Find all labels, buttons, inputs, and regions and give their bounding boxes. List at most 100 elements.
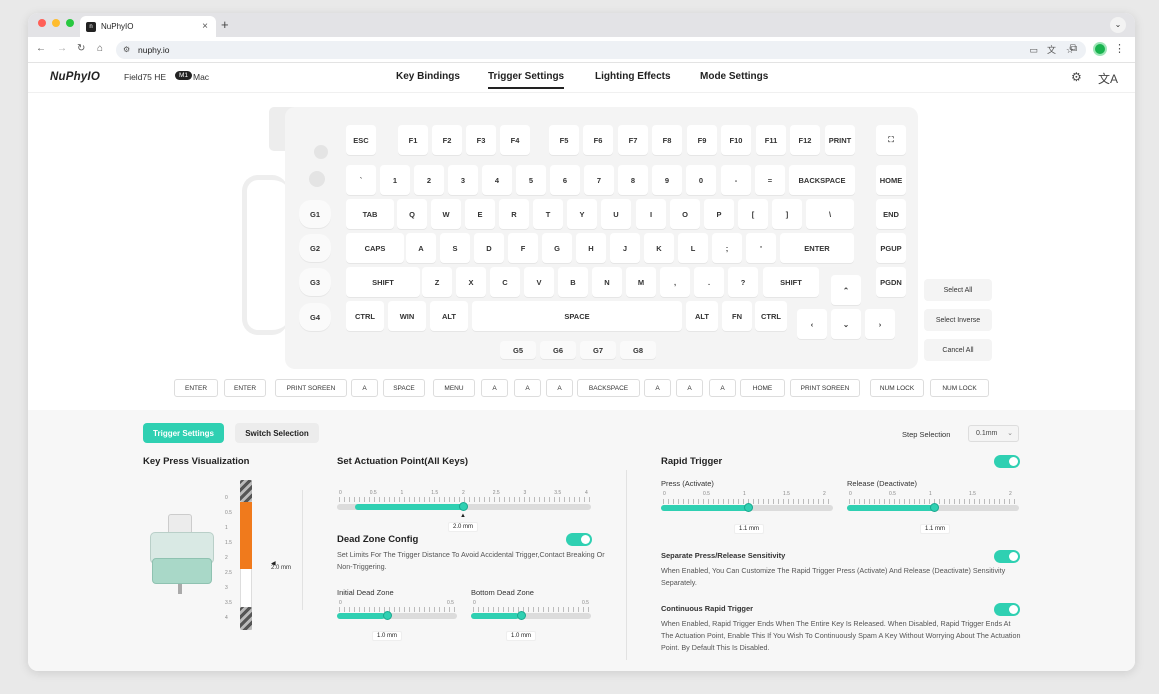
key[interactable]: ESC [346, 125, 376, 155]
key[interactable]: TAB [346, 199, 394, 229]
tab-mode-settings[interactable]: Mode Settings [700, 71, 768, 82]
release-thumb[interactable] [930, 503, 939, 512]
key[interactable]: END [876, 199, 906, 229]
key[interactable]: [ [738, 199, 768, 229]
key[interactable]: F8 [652, 125, 682, 155]
key[interactable]: PGDN [876, 267, 906, 297]
press-thumb[interactable] [744, 503, 753, 512]
key[interactable]: - [721, 165, 751, 195]
function-key[interactable]: A [644, 379, 671, 397]
key[interactable]: T [533, 199, 563, 229]
macro-key[interactable]: G4 [299, 303, 331, 331]
key[interactable]: F11 [756, 125, 786, 155]
key[interactable]: C [490, 267, 520, 297]
key[interactable]: K [644, 233, 674, 263]
key[interactable]: SHIFT [763, 267, 819, 297]
function-key[interactable]: A [546, 379, 573, 397]
key[interactable]: Y [567, 199, 597, 229]
key[interactable]: S [440, 233, 470, 263]
macro-key[interactable]: G1 [299, 200, 331, 228]
address-bar[interactable]: ⚙ nuphy.io ▭ 文 ☆ [116, 41, 1086, 59]
function-key[interactable]: HOME [740, 379, 785, 397]
initial-dead-zone-thumb[interactable] [383, 611, 392, 620]
key[interactable]: R [499, 199, 529, 229]
key[interactable]: M [626, 267, 656, 297]
key[interactable]: F9 [687, 125, 717, 155]
bottom-dead-zone-thumb[interactable] [517, 611, 526, 620]
macro-key[interactable]: G8 [620, 341, 656, 359]
key[interactable]: 9 [652, 165, 682, 195]
key[interactable]: 8 [618, 165, 648, 195]
rapid-trigger-toggle[interactable] [994, 455, 1020, 468]
step-selection-dropdown[interactable]: 0.1mm ⌄ [968, 425, 1019, 442]
key[interactable]: 5 [516, 165, 546, 195]
function-key[interactable]: A [676, 379, 703, 397]
key[interactable]: F2 [432, 125, 462, 155]
key[interactable]: G [542, 233, 572, 263]
dead-zone-toggle[interactable] [566, 533, 592, 546]
key[interactable]: F3 [466, 125, 496, 155]
key[interactable]: U [601, 199, 631, 229]
key[interactable]: ' [746, 233, 776, 263]
profile-avatar[interactable] [1093, 42, 1107, 56]
device-model[interactable]: Field75 HE [124, 72, 166, 82]
key[interactable]: ? [728, 267, 758, 297]
expand-icon[interactable]: ⛶ [876, 125, 906, 155]
key[interactable]: H [576, 233, 606, 263]
key[interactable]: F4 [500, 125, 530, 155]
function-key[interactable]: MENU [433, 379, 475, 397]
forward-icon[interactable]: → [57, 43, 67, 54]
key[interactable]: F10 [721, 125, 751, 155]
select-all-button[interactable]: Select All [924, 279, 992, 301]
key[interactable]: ` [346, 165, 376, 195]
tab-search-icon[interactable]: ⌄ [1110, 17, 1126, 33]
function-key[interactable]: A [351, 379, 378, 397]
key[interactable]: HOME [876, 165, 906, 195]
key[interactable]: W [431, 199, 461, 229]
function-key[interactable]: ENTER [224, 379, 266, 397]
select-inverse-button[interactable]: Select Inverse [924, 309, 992, 331]
reload-icon[interactable]: ↻ [77, 43, 85, 54]
cancel-all-button[interactable]: Cancel All [924, 339, 992, 361]
key[interactable]: , [660, 267, 690, 297]
key[interactable]: ; [712, 233, 742, 263]
macro-key[interactable]: G5 [500, 341, 536, 359]
close-tab-icon[interactable]: × [202, 21, 208, 32]
site-info-icon[interactable]: ⚙ [123, 41, 130, 59]
language-icon[interactable]: 文A [1098, 70, 1118, 87]
key[interactable]: WIN [388, 301, 426, 331]
key[interactable]: 4 [482, 165, 512, 195]
key[interactable]: 3 [448, 165, 478, 195]
key[interactable]: ALT [430, 301, 468, 331]
tab-switch-selection[interactable]: Switch Selection [235, 423, 319, 443]
actuation-thumb[interactable] [459, 502, 468, 511]
key[interactable]: Q [397, 199, 427, 229]
zoom-window-button[interactable] [66, 19, 74, 27]
settings-gear-icon[interactable]: ⚙ [1071, 70, 1082, 84]
key[interactable]: = [755, 165, 785, 195]
key[interactable]: B [558, 267, 588, 297]
function-key[interactable]: PRINT SOREEN [790, 379, 860, 397]
key[interactable]: ENTER [780, 233, 854, 263]
key[interactable]: SHIFT [346, 267, 420, 297]
function-key[interactable]: NUM LOCK [930, 379, 989, 397]
arrow-up-icon[interactable]: ⌃ [831, 275, 861, 305]
key[interactable]: PGUP [876, 233, 906, 263]
tab-lighting-effects[interactable]: Lighting Effects [595, 71, 671, 82]
key[interactable]: Z [422, 267, 452, 297]
arrow-down-icon[interactable]: ⌄ [831, 309, 861, 339]
function-key[interactable]: A [481, 379, 508, 397]
key[interactable]: 2 [414, 165, 444, 195]
key[interactable]: CAPS [346, 233, 404, 263]
key[interactable]: I [636, 199, 666, 229]
key[interactable]: SPACE [472, 301, 682, 331]
key[interactable]: P [704, 199, 734, 229]
arrow-left-icon[interactable]: ‹ [797, 309, 827, 339]
key[interactable]: BACKSPACE [789, 165, 855, 195]
key[interactable]: X [456, 267, 486, 297]
function-key[interactable]: BACKSPACE [577, 379, 640, 397]
macro-key[interactable]: G2 [299, 234, 331, 262]
function-key[interactable]: NUM LOCK [870, 379, 924, 397]
extensions-icon[interactable]: ⧉ [1070, 43, 1077, 54]
continuous-toggle[interactable] [994, 603, 1020, 616]
